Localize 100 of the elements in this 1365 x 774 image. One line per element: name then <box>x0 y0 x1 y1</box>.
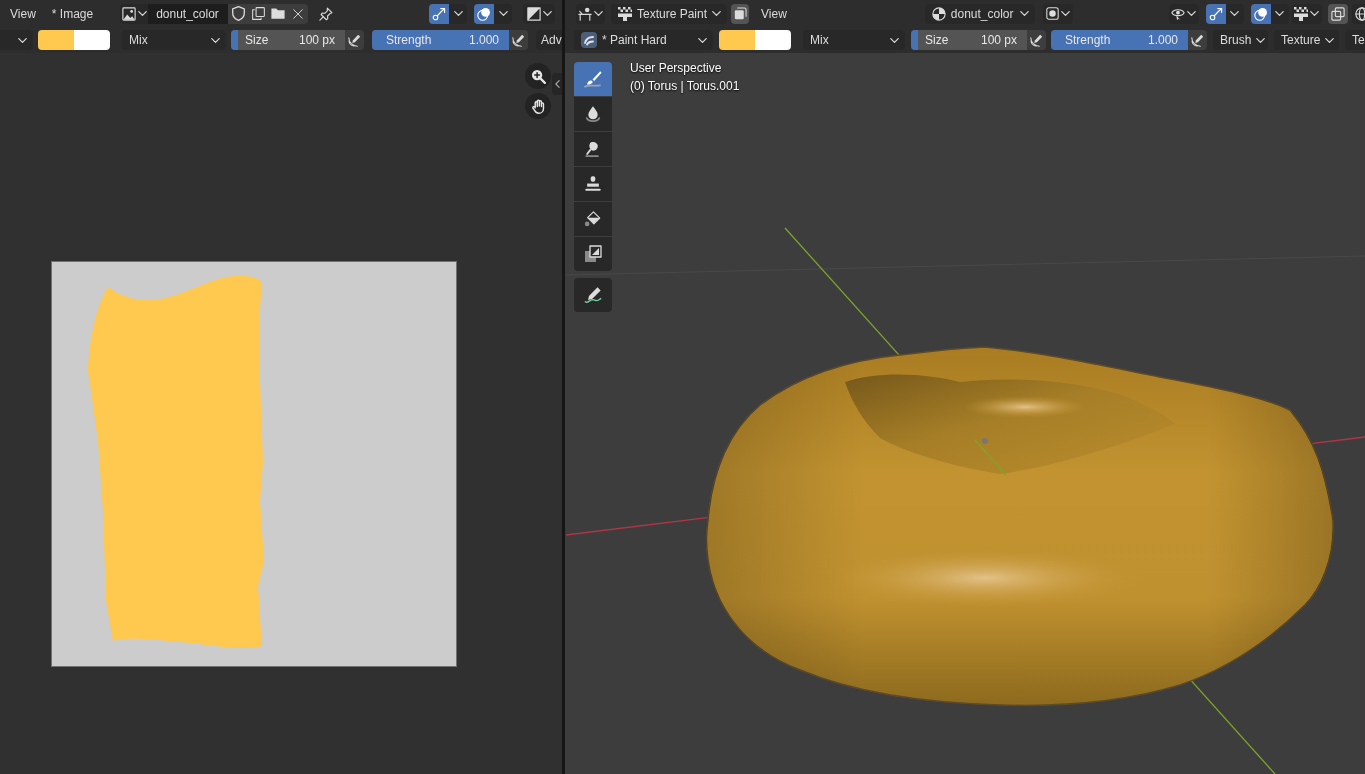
color-swatch[interactable] <box>74 30 110 50</box>
image-icon <box>121 6 136 21</box>
blend-dropdown[interactable]: Mix <box>803 30 905 50</box>
chevron-down-icon <box>1060 11 1070 16</box>
chevron-down-icon <box>1187 11 1197 16</box>
slider-label: Strength <box>1065 34 1111 46</box>
pressure-button[interactable] <box>345 30 364 50</box>
slider-value: 100 px <box>980 34 1017 46</box>
chevron-left-icon <box>554 80 560 88</box>
gizmo-toggle[interactable] <box>429 3 449 24</box>
blend-dropdown[interactable]: Mix <box>122 30 226 50</box>
color-swatch[interactable] <box>38 30 74 50</box>
image-browse-button[interactable] <box>120 3 149 24</box>
dropdown-button[interactable] <box>1270 3 1289 24</box>
overlay-toggle[interactable] <box>474 3 494 24</box>
dropdown-button[interactable]: Adv <box>536 30 562 50</box>
folder-icon <box>271 8 286 19</box>
dropdown-button[interactable] <box>494 3 512 24</box>
drop-icon <box>584 105 602 123</box>
eye-icon <box>1171 6 1186 21</box>
dropdown-button[interactable]: Brush <box>1213 30 1268 50</box>
pen-pressure-icon <box>512 33 525 47</box>
chevron-down-icon <box>712 11 722 16</box>
checker-icon <box>1294 6 1309 21</box>
chevron-down-icon <box>211 37 220 43</box>
pan-button[interactable] <box>525 93 551 119</box>
color-swatch[interactable] <box>755 30 791 50</box>
tool-button[interactable] <box>574 167 612 201</box>
paint-bucket-icon <box>584 210 602 228</box>
chevron-down-icon <box>1256 37 1266 43</box>
stamp-icon <box>584 175 602 193</box>
cube-icon <box>733 7 747 20</box>
zoom-icon <box>530 68 546 84</box>
menu-button[interactable]: View <box>4 3 42 24</box>
tool-button[interactable] <box>574 278 612 312</box>
slider-label: Size <box>245 34 269 46</box>
brush-dropdown[interactable]: * Paint Hard <box>574 30 713 50</box>
pressure-button[interactable] <box>1188 30 1207 50</box>
brush-icon <box>584 70 602 88</box>
chevron-down-icon <box>1310 11 1320 16</box>
overlay-toggle[interactable] <box>1250 3 1271 24</box>
checker-icon <box>618 6 632 21</box>
slider-label: Strength <box>386 34 432 46</box>
overlapping-squares-icon <box>1330 6 1345 21</box>
gizmo-toggle[interactable] <box>1205 3 1226 24</box>
chevron-down-icon <box>137 11 147 16</box>
fake-user-button[interactable] <box>228 3 249 24</box>
pressure-button[interactable] <box>509 30 528 50</box>
menu-button[interactable]: * Image <box>45 3 100 24</box>
size-slider[interactable]: Size 100 px <box>231 30 345 50</box>
zoom-button[interactable] <box>525 63 551 89</box>
mode-dropdown[interactable] <box>0 30 33 50</box>
size-slider[interactable]: Size 100 px <box>911 30 1027 50</box>
slider-label: Size <box>925 34 949 46</box>
viewport-info-text: (0) Torus | Torus.001 <box>630 78 740 95</box>
xray-toggle[interactable] <box>1327 3 1348 24</box>
shield-icon <box>231 6 245 21</box>
arrow-gizmo-icon <box>432 6 446 21</box>
duplicate-button[interactable] <box>248 3 269 24</box>
chevron-down-icon <box>453 11 463 16</box>
viewport-info-text: User Perspective <box>630 60 723 77</box>
mode-dropdown[interactable]: Texture Paint <box>611 3 727 24</box>
image-display-dropdown[interactable] <box>523 3 555 24</box>
dot-dropdown[interactable] <box>1042 3 1073 24</box>
open-button[interactable] <box>268 3 289 24</box>
overlapping-circles-icon <box>1253 6 1268 21</box>
strength-slider[interactable]: Strength 1.000 <box>372 30 509 50</box>
unlink-button[interactable] <box>288 3 309 24</box>
tool-button[interactable] <box>574 237 612 271</box>
slider-value: 100 px <box>298 34 335 46</box>
image-name-field[interactable]: donut_color <box>148 3 229 24</box>
chevron-down-icon <box>1275 11 1285 16</box>
tool-button[interactable] <box>574 132 612 166</box>
menu-button[interactable]: View <box>755 3 793 24</box>
editor-type-dropdown[interactable] <box>576 3 605 24</box>
dropdown-button[interactable] <box>1225 3 1244 24</box>
slider-value: 1.000 <box>468 34 499 46</box>
color-swatch[interactable] <box>719 30 755 50</box>
chevron-down-icon <box>1019 11 1029 16</box>
duplicate-icon <box>251 7 265 20</box>
brush-preview-icon <box>581 32 597 48</box>
sidebar-tab[interactable] <box>552 73 562 95</box>
sphere-table-icon <box>578 6 592 21</box>
tool-button[interactable] <box>574 202 612 236</box>
hand-icon <box>530 98 546 114</box>
material-dropdown[interactable]: donut_color <box>924 3 1035 24</box>
dropdown-button[interactable]: Te <box>1345 30 1365 50</box>
chevron-down-icon <box>498 11 508 16</box>
visibility-dropdown[interactable] <box>1168 3 1199 24</box>
globe-button[interactable] <box>1351 3 1365 24</box>
chevron-down-icon <box>18 37 27 43</box>
shading-dropdown[interactable] <box>1291 3 1322 24</box>
dropdown-button[interactable]: Texture <box>1274 30 1339 50</box>
strength-slider[interactable]: Strength 1.000 <box>1051 30 1188 50</box>
pressure-button[interactable] <box>1027 30 1046 50</box>
tool-button[interactable] <box>574 97 612 131</box>
close-icon <box>293 8 304 19</box>
pen-pressure-icon <box>348 33 361 47</box>
dropdown-button[interactable] <box>449 3 467 24</box>
cube-button[interactable] <box>731 3 749 24</box>
